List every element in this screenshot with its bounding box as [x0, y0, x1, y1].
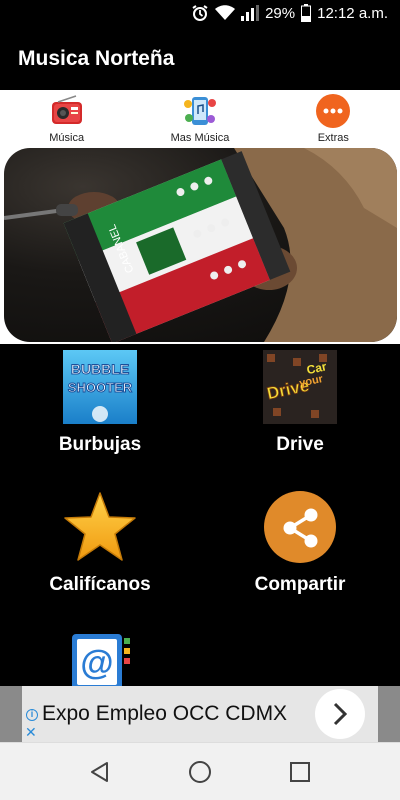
grid-item-drive[interactable]: Drive your Car Drive — [200, 350, 400, 456]
ad-text: Expo Empleo OCC CDMX — [42, 702, 288, 725]
tab-musica[interactable]: Música — [0, 90, 133, 148]
ad-close-icon[interactable]: ✕ — [25, 725, 37, 739]
phone-music-icon — [182, 93, 218, 129]
star-icon — [63, 490, 137, 564]
drive-your-car-icon: Drive your Car — [263, 350, 337, 424]
battery-icon — [301, 4, 312, 22]
ad-banner[interactable]: i ✕ Expo Empleo OCC CDMX — [0, 686, 400, 742]
home-circle-icon — [189, 760, 211, 783]
grid-item-compartir[interactable]: Compartir — [200, 490, 400, 596]
chevron-right-icon — [333, 702, 348, 726]
grid-item-email[interactable]: @ — [0, 630, 200, 686]
status-icons: 29% 12:12 a.m. — [191, 4, 388, 22]
back-triangle-icon — [91, 761, 108, 782]
recents-button[interactable] — [280, 752, 320, 792]
ad-info-icon[interactable]: i — [26, 709, 38, 721]
system-nav-bar — [0, 742, 400, 800]
status-bar: 29% 12:12 a.m. — [0, 0, 400, 28]
grid-item-calificanos[interactable]: Califícanos — [0, 490, 200, 596]
grid-item-burbujas[interactable]: BUBBLE SHOOTER Burbujas — [0, 350, 200, 456]
grid-label-burbujas: Burbujas — [58, 434, 142, 455]
tab-extras-label: Extras — [317, 132, 349, 144]
grid-label-compartir: Compartir — [254, 574, 346, 595]
recents-square-icon — [290, 761, 310, 782]
grid-label-drive: Drive — [276, 434, 324, 455]
banner: CABANEL — [0, 148, 400, 344]
battery-percent: 29% — [265, 4, 296, 22]
app-title: Musica Norteña — [18, 47, 175, 70]
ad-open-button[interactable] — [315, 689, 365, 739]
signal-icon — [241, 5, 260, 21]
tab-extras[interactable]: Extras — [267, 90, 400, 148]
wifi-icon — [215, 5, 236, 21]
ad-content[interactable]: i ✕ Expo Empleo OCC CDMX — [22, 686, 378, 742]
tab-mas-musica-label: Mas Música — [170, 132, 230, 144]
app-bar: Musica Norteña — [0, 28, 400, 90]
tab-mas-musica[interactable]: Mas Música — [133, 90, 266, 148]
bubble-shooter-line2: SHOOTER — [68, 380, 133, 395]
bubble-shooter-line1: BUBBLE — [71, 361, 129, 377]
home-button[interactable] — [180, 752, 220, 792]
share-icon — [263, 490, 337, 564]
bubble-shooter-icon: BUBBLE SHOOTER — [63, 350, 137, 424]
back-button[interactable] — [80, 752, 120, 792]
tab-bar: Música Mas Música Extras — [0, 90, 400, 148]
more-dots-icon — [315, 93, 351, 129]
grid-label-calificanos: Califícanos — [49, 574, 151, 595]
accordion-player-photo: CABANEL — [4, 148, 397, 342]
clock: 12:12 a.m. — [317, 4, 388, 22]
radio-icon — [49, 93, 85, 129]
email-at-icon: @ — [63, 630, 137, 686]
alarm-icon — [191, 4, 209, 22]
options-grid: BUBBLE SHOOTER Burbujas Drive your Car D… — [0, 344, 400, 686]
tab-musica-label: Música — [49, 132, 85, 144]
svg-text:@: @ — [80, 644, 113, 682]
